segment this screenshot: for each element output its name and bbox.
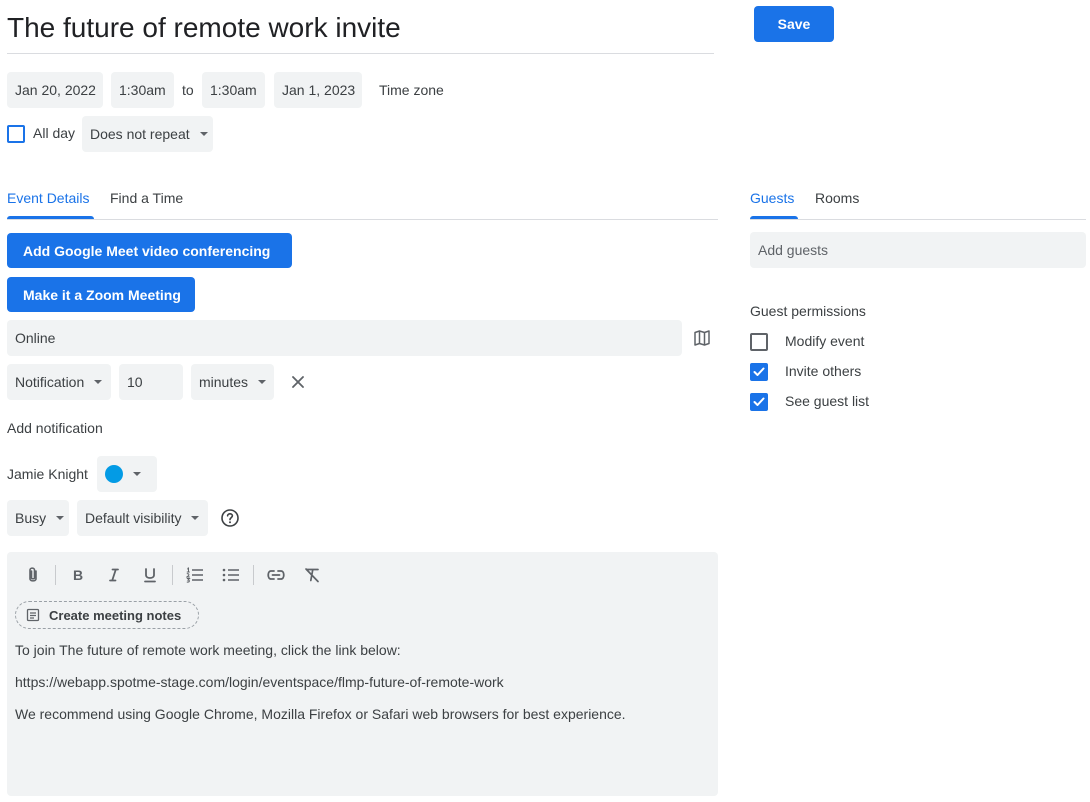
start-date-picker[interactable]: Jan 20, 2022 <box>7 72 103 108</box>
color-swatch <box>105 465 123 483</box>
visibility-label: Default visibility <box>85 510 182 526</box>
chevron-down-icon <box>133 472 141 476</box>
all-day-label: All day <box>33 125 76 141</box>
description-text-line: We recommend using Google Chrome, Mozill… <box>15 706 626 722</box>
chevron-down-icon <box>56 516 65 520</box>
calendar-color-dropdown[interactable] <box>97 456 157 492</box>
tabs-divider <box>7 219 718 220</box>
location-input[interactable]: Online <box>7 320 682 356</box>
save-button[interactable]: Save <box>754 6 834 42</box>
guest-permissions-title: Guest permissions <box>750 303 866 319</box>
tab-event-details[interactable]: Event Details <box>7 188 89 208</box>
add-notification-link[interactable]: Add notification <box>7 418 103 438</box>
description-text-line: To join The future of remote work meetin… <box>15 642 401 658</box>
underline-icon[interactable] <box>139 564 161 586</box>
end-time-picker[interactable]: 1:30am <box>202 72 265 108</box>
invite-others-checkbox[interactable] <box>750 363 768 381</box>
end-date-picker[interactable]: Jan 1, 2023 <box>274 72 362 108</box>
visibility-dropdown[interactable]: Default visibility <box>77 500 208 536</box>
attachment-icon[interactable] <box>22 564 44 586</box>
numbered-list-icon[interactable] <box>184 564 206 586</box>
tab-guests[interactable]: Guests <box>750 188 794 208</box>
see-guest-list-label: See guest list <box>785 393 870 409</box>
availability-dropdown[interactable]: Busy <box>7 500 69 536</box>
start-time-picker[interactable]: 1:30am <box>111 72 174 108</box>
svg-text:B: B <box>73 567 83 583</box>
add-google-meet-button[interactable]: Add Google Meet video conferencing <box>7 233 292 268</box>
repeat-dropdown-label: Does not repeat <box>90 126 190 142</box>
notification-amount-input[interactable]: 10 <box>119 364 183 400</box>
see-guest-list-checkbox[interactable] <box>750 393 768 411</box>
availability-label: Busy <box>15 510 47 526</box>
modify-event-label: Modify event <box>785 333 865 349</box>
bulleted-list-icon[interactable] <box>220 564 242 586</box>
toolbar-divider <box>172 565 173 585</box>
calendar-owner-label: Jamie Knight <box>7 466 88 482</box>
close-icon <box>292 376 304 388</box>
time-zone-button[interactable]: Time zone <box>379 72 444 108</box>
toolbar-divider <box>55 565 56 585</box>
map-icon[interactable] <box>690 326 714 350</box>
chevron-down-icon <box>94 380 103 384</box>
tab-find-a-time[interactable]: Find a Time <box>110 188 183 208</box>
repeat-dropdown[interactable]: Does not repeat <box>82 116 213 152</box>
help-icon[interactable] <box>218 506 242 530</box>
italic-icon[interactable] <box>103 564 125 586</box>
chevron-down-icon <box>191 516 200 520</box>
chevron-down-icon <box>199 132 208 136</box>
invite-others-label: Invite others <box>785 363 862 379</box>
remove-notification-button[interactable] <box>286 370 310 394</box>
notification-type-label: Notification <box>15 374 85 390</box>
notes-icon <box>26 608 40 622</box>
notification-unit-label: minutes <box>199 374 249 390</box>
event-title-input[interactable]: The future of remote work invite <box>7 8 714 54</box>
toolbar-divider <box>253 565 254 585</box>
notification-type-dropdown[interactable]: Notification <box>7 364 111 400</box>
modify-event-checkbox[interactable] <box>750 333 768 351</box>
create-meeting-notes-label: Create meeting notes <box>49 607 182 623</box>
clear-formatting-icon[interactable] <box>301 564 323 586</box>
zoom-meeting-button[interactable]: Make it a Zoom Meeting <box>7 277 195 312</box>
notification-unit-dropdown[interactable]: minutes <box>191 364 274 400</box>
tabs-divider <box>750 219 1086 220</box>
tab-rooms[interactable]: Rooms <box>815 188 859 208</box>
create-meeting-notes-button[interactable]: Create meeting notes <box>15 601 199 629</box>
checkmark-icon <box>753 397 765 406</box>
chevron-down-icon <box>258 380 267 384</box>
all-day-checkbox[interactable] <box>7 125 25 143</box>
bold-icon[interactable]: B <box>67 564 89 586</box>
checkmark-icon <box>753 367 765 376</box>
description-text-line: https://webapp.spotme-stage.com/login/ev… <box>15 674 504 690</box>
to-label: to <box>182 82 194 98</box>
add-guests-input[interactable] <box>750 232 1086 268</box>
link-icon[interactable] <box>265 564 287 586</box>
